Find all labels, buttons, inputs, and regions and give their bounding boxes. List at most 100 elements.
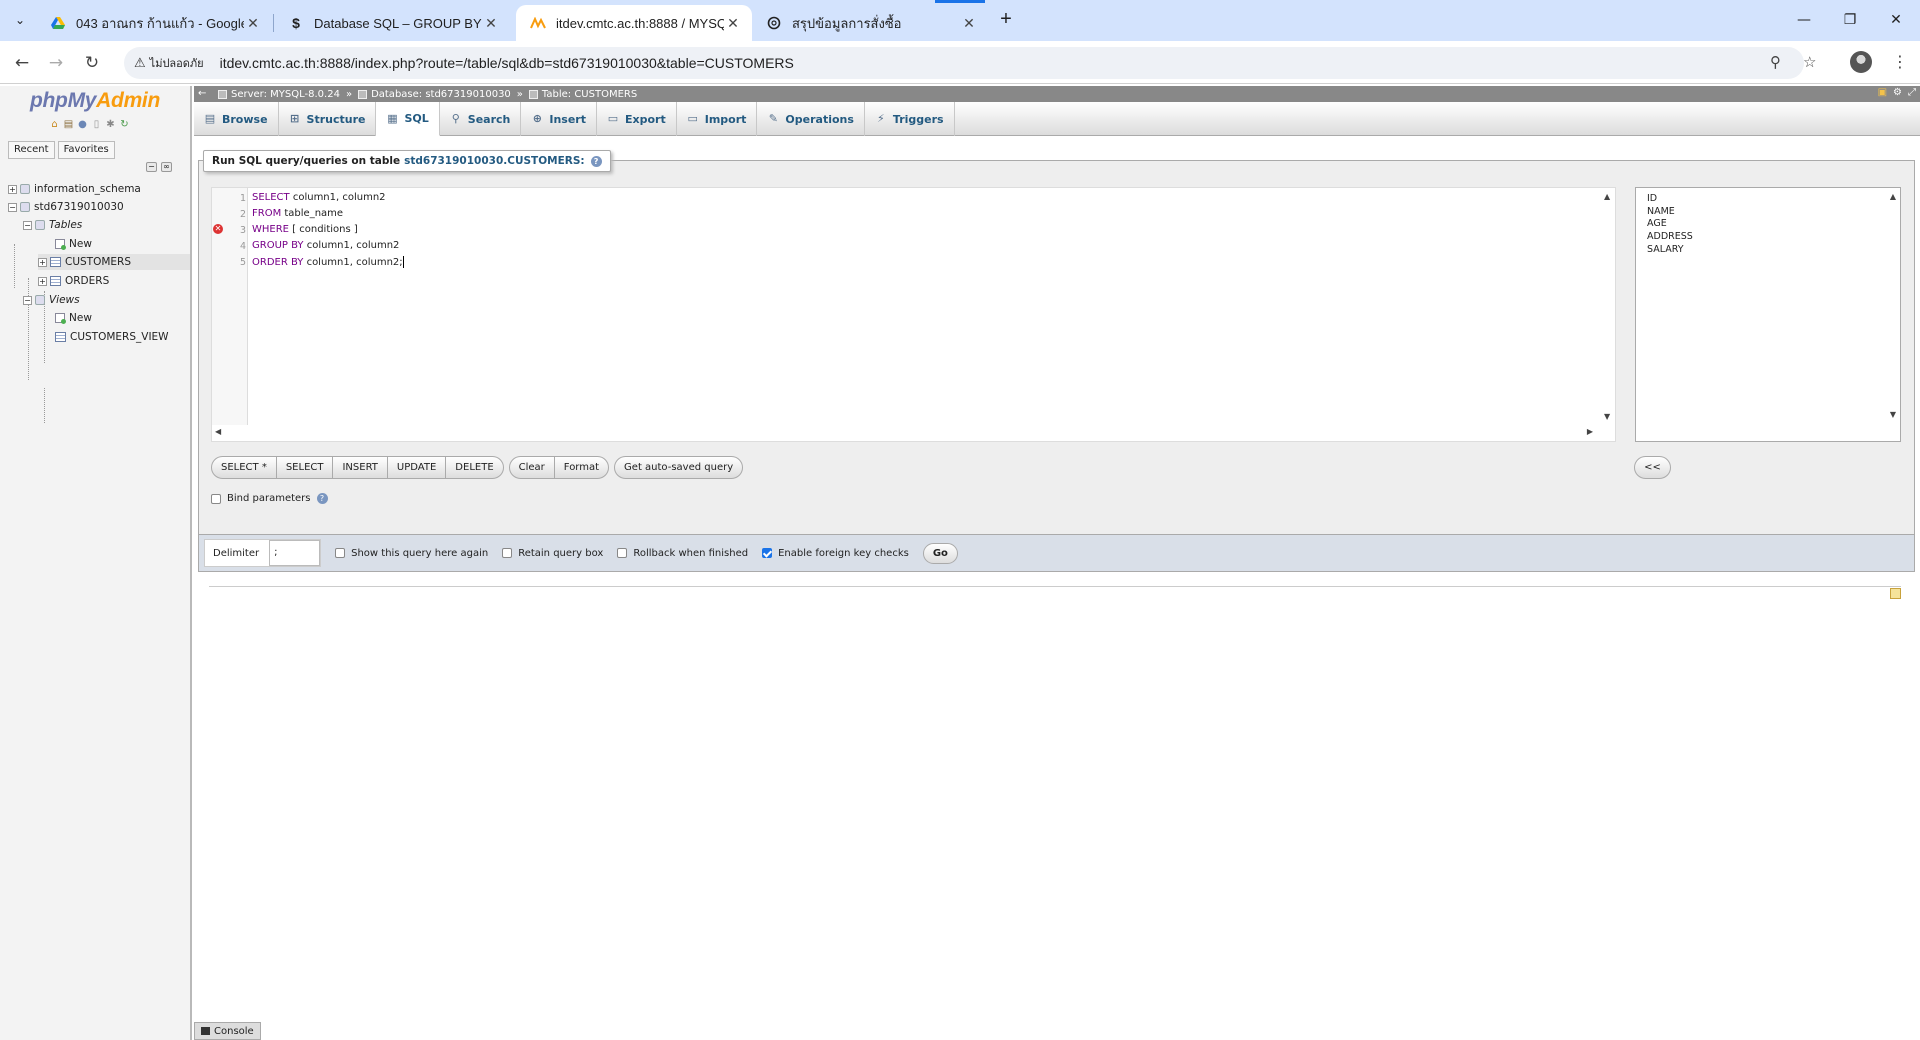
reload-button[interactable]: ↻ (78, 49, 106, 77)
logout-icon[interactable]: ▤ (63, 119, 74, 130)
phpmyadmin-logo[interactable]: phpMyAdmin (30, 89, 160, 113)
tab-import[interactable]: ▭ Import (677, 102, 758, 136)
help-icon[interactable]: ● (77, 119, 88, 130)
not-secure-warning-icon[interactable]: ⚠ (134, 55, 146, 71)
close-tab-icon[interactable]: ✕ (724, 15, 742, 32)
tab-operations[interactable]: ✎ Operations (757, 102, 865, 136)
tree-view-customers-view[interactable]: CUSTOMERS_VIEW (55, 329, 169, 345)
url-text[interactable]: itdev.cmtc.ac.th:8888/index.php?route=/t… (214, 55, 794, 71)
console-label[interactable]: Console (214, 1026, 254, 1037)
minimize-button[interactable]: — (1784, 6, 1824, 34)
tree-label[interactable]: New (69, 312, 92, 324)
delete-button[interactable]: DELETE (445, 456, 504, 479)
column-option[interactable]: AGE (1647, 218, 1900, 231)
option-label[interactable]: Enable foreign key checks (778, 548, 909, 559)
back-button[interactable]: ← (8, 49, 36, 77)
reload-nav-icon[interactable]: ↻ (119, 119, 130, 130)
retain-query-box-option[interactable]: Retain query box (502, 548, 603, 559)
recent-button[interactable]: Recent (8, 141, 55, 159)
nav-collapse-arrow-icon[interactable]: ← (198, 88, 206, 99)
docs-icon[interactable]: ▯ (91, 119, 102, 130)
collapse-icon[interactable]: − (23, 220, 32, 230)
get-autosaved-query-button[interactable]: Get auto-saved query (614, 456, 744, 479)
expand-icon[interactable]: + (38, 257, 47, 267)
tree-label[interactable]: Views (49, 294, 80, 306)
collapse-icon[interactable]: − (8, 202, 17, 212)
code-line[interactable]: WHERE [ conditions ] (252, 224, 358, 235)
code-line[interactable]: FROM table_name (252, 208, 343, 219)
go-button[interactable]: Go (922, 542, 958, 564)
format-button[interactable]: Format (553, 456, 610, 479)
bind-parameters-label[interactable]: Bind parameters (227, 493, 311, 504)
tab-label[interactable]: SQL (404, 112, 428, 125)
help-icon[interactable]: ? (316, 493, 328, 504)
new-tab-button[interactable]: + (994, 8, 1018, 32)
tree-table-orders[interactable]: + ORDERS (38, 273, 109, 289)
rollback-option[interactable]: Rollback when finished (617, 548, 748, 559)
retain-query-box-checkbox[interactable] (502, 548, 513, 558)
bookmark-notepad-icon[interactable] (1890, 588, 1901, 599)
lock-icon[interactable]: ▣ (1878, 87, 1887, 98)
show-query-again-option[interactable]: Show this query here again (335, 548, 488, 559)
close-tab-icon[interactable]: ✕ (244, 15, 262, 32)
bind-parameters-checkbox[interactable] (211, 493, 221, 504)
forward-button[interactable]: → (42, 49, 70, 77)
bookmark-star-icon[interactable]: ☆ (1803, 53, 1816, 71)
tree-new-table[interactable]: New (55, 236, 92, 252)
tree-label[interactable]: New (69, 238, 92, 250)
tab-label[interactable]: Export (625, 113, 666, 126)
address-bar[interactable]: ⚠ ไม่ปลอดภัย itdev.cmtc.ac.th:8888/index… (124, 47, 1804, 79)
scroll-down-icon[interactable]: ▼ (1604, 412, 1610, 421)
expand-icon[interactable]: + (38, 276, 47, 286)
code-line[interactable]: GROUP BY column1, column2 (252, 240, 399, 251)
tab-label[interactable]: Operations (785, 113, 854, 126)
maximize-icon[interactable]: ⤢ (1908, 87, 1916, 98)
link-with-main-icon[interactable]: ∞ (161, 162, 172, 172)
collapse-icon[interactable]: − (23, 295, 32, 305)
breadcrumb-label[interactable]: Server: MYSQL-8.0.24 (231, 89, 340, 100)
close-window-button[interactable]: ✕ (1876, 6, 1916, 34)
code-line[interactable]: SELECT column1, column2 (252, 192, 386, 203)
close-tab-icon[interactable]: ✕ (960, 15, 978, 32)
tab-triggers[interactable]: ⚡ Triggers (865, 102, 955, 136)
help-icon[interactable]: ? (590, 155, 602, 167)
tab-structure[interactable]: ⊞ Structure (279, 102, 377, 136)
option-label[interactable]: Show this query here again (351, 548, 488, 559)
column-option[interactable]: SALARY (1647, 244, 1900, 257)
option-label[interactable]: Rollback when finished (633, 548, 748, 559)
favorites-button[interactable]: Favorites (57, 141, 115, 159)
select-button[interactable]: SELECT (275, 456, 334, 479)
foreign-key-checks-option[interactable]: Enable foreign key checks (762, 548, 909, 559)
browser-tab-database-sql[interactable]: $ Database SQL – GROUP BY คือ ✕ (274, 5, 510, 41)
update-button[interactable]: UPDATE (386, 456, 447, 479)
foreign-key-checks-checkbox[interactable] (762, 548, 773, 558)
tab-browse[interactable]: ▤ Browse (194, 102, 279, 136)
tree-label[interactable]: CUSTOMERS (65, 256, 131, 268)
tree-label[interactable]: CUSTOMERS_VIEW (70, 331, 169, 343)
tree-label[interactable]: information_schema (34, 183, 141, 195)
tree-tables-group[interactable]: − Tables (23, 217, 82, 233)
breadcrumb-label[interactable]: Database: std67319010030 (371, 89, 511, 100)
option-label[interactable]: Retain query box (518, 548, 603, 559)
console-toggle[interactable]: Console (194, 1022, 261, 1040)
scroll-left-icon[interactable]: ◀ (215, 427, 221, 436)
tree-db-std67319010030[interactable]: − std67319010030 (8, 199, 124, 215)
tree-label[interactable]: Tables (49, 219, 82, 231)
restore-button[interactable]: ❐ (1830, 6, 1870, 34)
settings-icon[interactable]: ✱ (105, 119, 116, 130)
collapse-column-list-button[interactable]: << (1634, 456, 1671, 479)
expand-icon[interactable]: + (8, 184, 17, 194)
tab-sql[interactable]: ▦ SQL (376, 102, 440, 136)
editor-horizontal-scrollbar[interactable]: ◀ ▶ (212, 423, 1615, 441)
clear-button[interactable]: Clear (508, 456, 555, 479)
scroll-up-icon[interactable]: ▲ (1604, 192, 1610, 201)
tab-label[interactable]: Structure (307, 113, 366, 126)
tree-new-view[interactable]: New (55, 310, 92, 326)
scroll-up-icon[interactable]: ▲ (1890, 192, 1896, 201)
gear-icon[interactable]: ⚙ (1893, 87, 1902, 98)
tree-label[interactable]: std67319010030 (34, 201, 124, 213)
tree-db-information-schema[interactable]: + information_schema (8, 181, 141, 197)
breadcrumb-table[interactable]: Table: CUSTOMERS (528, 89, 637, 100)
home-icon[interactable]: ⌂ (49, 119, 60, 130)
tab-export[interactable]: ▭ Export (597, 102, 677, 136)
